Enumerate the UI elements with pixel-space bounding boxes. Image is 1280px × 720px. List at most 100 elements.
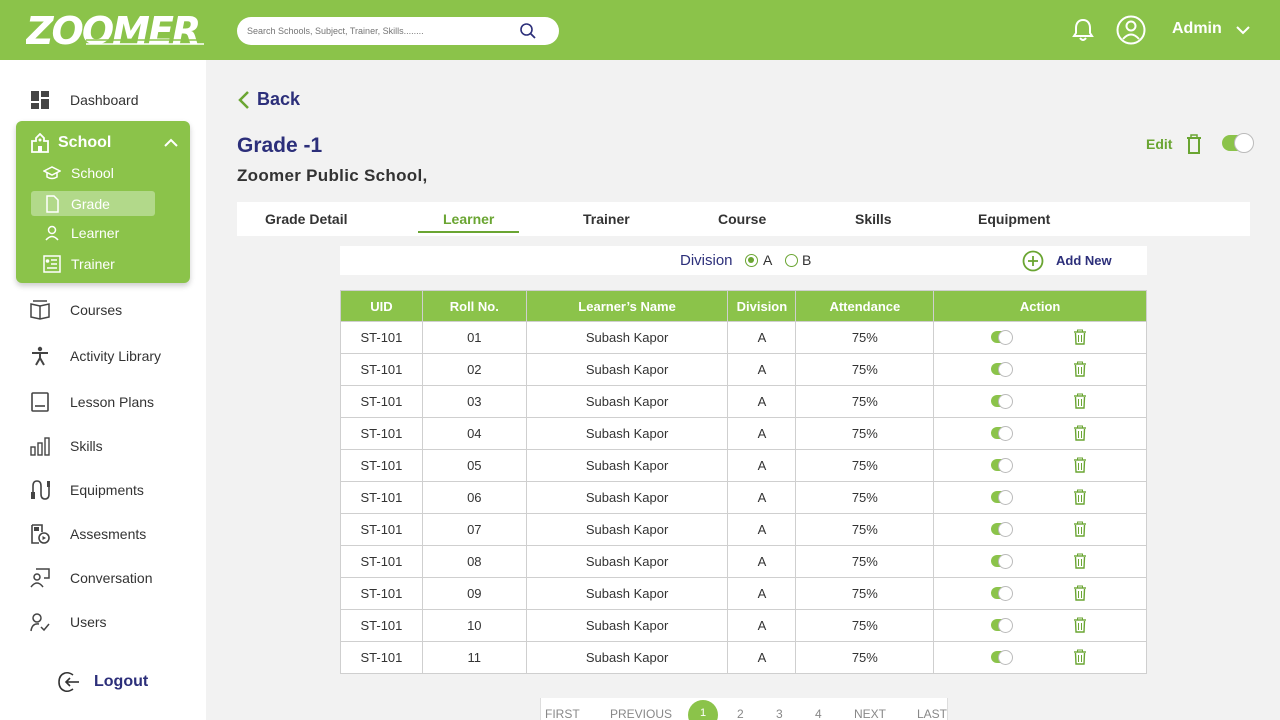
column-header-learner-name[interactable]: Learner’s Name [525, 290, 729, 322]
tab-equipment[interactable]: Equipment [978, 211, 1050, 227]
pagination-next[interactable]: NEXT [854, 707, 886, 720]
bell-icon[interactable] [1071, 17, 1095, 43]
sidebar-sub-item-trainer[interactable]: Trainer [31, 251, 155, 276]
status-toggle[interactable] [991, 650, 1014, 666]
tab-skills[interactable]: Skills [855, 211, 892, 227]
status-toggle[interactable] [991, 554, 1014, 570]
table-row[interactable]: ST-101 08 Subash Kapor A 75% [340, 545, 1147, 578]
zoomer-logo[interactable]: ZOOMER [25, 9, 206, 53]
toggle-switch[interactable] [991, 490, 1014, 505]
column-header-division[interactable]: Division [727, 290, 797, 322]
edit-button[interactable]: Edit [1146, 136, 1172, 152]
trash-icon[interactable] [1073, 361, 1087, 377]
status-toggle[interactable] [991, 426, 1014, 442]
cell-learner-name[interactable]: Subash Kapor [525, 545, 729, 578]
status-toggle[interactable] [991, 586, 1014, 602]
table-row[interactable]: ST-101 10 Subash Kapor A 75% [340, 609, 1147, 642]
toggle-switch[interactable] [991, 618, 1014, 633]
table-row[interactable]: ST-101 02 Subash Kapor A 75% [340, 353, 1147, 386]
pagination-first[interactable]: FIRST [545, 707, 580, 720]
sidebar-item-users[interactable]: Users [30, 610, 200, 634]
chevron-up-icon[interactable] [164, 137, 178, 149]
search-icon[interactable] [519, 22, 537, 40]
pagination-page-3[interactable]: 3 [776, 707, 783, 720]
trash-icon[interactable] [1186, 134, 1202, 154]
status-toggle[interactable] [991, 490, 1014, 506]
status-toggle[interactable] [991, 618, 1014, 634]
trash-icon[interactable] [1073, 393, 1087, 409]
sidebar-item-courses[interactable]: Courses [30, 298, 200, 322]
toggle-switch[interactable] [991, 458, 1014, 473]
trash-icon[interactable] [1073, 553, 1087, 569]
trash-icon[interactable] [1073, 585, 1087, 601]
column-header-attendance[interactable]: Attendance [795, 290, 935, 322]
trash-icon[interactable] [1073, 489, 1087, 505]
status-toggle[interactable] [991, 394, 1014, 410]
search-input[interactable] [247, 23, 517, 39]
sidebar-item-assesments[interactable]: Assesments [30, 522, 200, 546]
sidebar-item-lesson-plans[interactable]: Lesson Plans [30, 390, 200, 414]
sidebar-sub-item-school[interactable]: School [31, 160, 155, 185]
toggle-switch[interactable] [991, 362, 1014, 377]
sidebar-item-equipments[interactable]: Equipments [30, 478, 200, 502]
cell-learner-name[interactable]: Subash Kapor [525, 449, 729, 482]
status-toggle[interactable] [991, 522, 1014, 538]
status-toggle[interactable] [991, 458, 1014, 474]
trash-icon[interactable] [1073, 457, 1087, 473]
table-row[interactable]: ST-101 09 Subash Kapor A 75% [340, 577, 1147, 610]
status-toggle[interactable] [991, 362, 1014, 378]
cell-learner-name[interactable]: Subash Kapor [525, 609, 729, 642]
cell-learner-name[interactable]: Subash Kapor [525, 417, 729, 450]
chevron-down-icon[interactable] [1236, 24, 1250, 36]
user-name[interactable]: Admin [1172, 20, 1222, 38]
table-row[interactable]: ST-101 07 Subash Kapor A 75% [340, 513, 1147, 546]
trash-icon[interactable] [1073, 649, 1087, 665]
column-header-roll-no[interactable]: Roll No. [421, 290, 527, 322]
pagination-page-4[interactable]: 4 [815, 707, 822, 720]
grade-status-toggle[interactable] [1222, 133, 1254, 156]
pagination-previous[interactable]: PREVIOUS [610, 707, 672, 720]
pagination-page-1[interactable]: 1 [688, 700, 718, 720]
cell-learner-name[interactable]: Subash Kapor [525, 641, 729, 674]
cell-learner-name[interactable]: Subash Kapor [525, 321, 729, 354]
table-row[interactable]: ST-101 05 Subash Kapor A 75% [340, 449, 1147, 482]
division-radio-b[interactable] [785, 254, 798, 267]
tab-learner[interactable]: Learner [443, 211, 494, 227]
sidebar-sub-item-grade[interactable]: Grade [31, 191, 155, 216]
sidebar-item-activity-library[interactable]: Activity Library [30, 344, 200, 368]
cell-learner-name[interactable]: Subash Kapor [525, 481, 729, 514]
cell-learner-name[interactable]: Subash Kapor [525, 513, 729, 546]
pagination-page-2[interactable]: 2 [737, 707, 744, 720]
pagination-last[interactable]: LAST [917, 707, 947, 720]
sidebar-item-conversation[interactable]: Conversation [30, 566, 200, 590]
toggle-switch[interactable] [991, 586, 1014, 601]
toggle-switch[interactable] [991, 330, 1014, 345]
toggle-switch[interactable] [991, 554, 1014, 569]
toggle-switch[interactable] [991, 394, 1014, 409]
toggle-switch[interactable] [991, 522, 1014, 537]
search-bar[interactable] [237, 17, 559, 45]
trash-icon[interactable] [1073, 617, 1087, 633]
division-radio-a[interactable] [745, 254, 758, 267]
trash-icon[interactable] [1073, 329, 1087, 345]
cell-learner-name[interactable]: Subash Kapor [525, 577, 729, 610]
avatar-icon[interactable] [1116, 15, 1146, 45]
sidebar-sub-item-learner[interactable]: Learner [31, 220, 155, 245]
table-row[interactable]: ST-101 01 Subash Kapor A 75% [340, 321, 1147, 354]
add-new-button[interactable]: Add New [1056, 253, 1112, 268]
tab-course[interactable]: Course [718, 211, 766, 227]
column-header-uid[interactable]: UID [340, 290, 423, 322]
back-button[interactable]: Back [237, 89, 300, 110]
toggle-switch[interactable] [1222, 133, 1254, 153]
tab-trainer[interactable]: Trainer [583, 211, 630, 227]
toggle-switch[interactable] [991, 650, 1014, 665]
table-row[interactable]: ST-101 03 Subash Kapor A 75% [340, 385, 1147, 418]
trash-icon[interactable] [1073, 425, 1087, 441]
status-toggle[interactable] [991, 330, 1014, 346]
tab-grade-detail[interactable]: Grade Detail [265, 211, 347, 227]
sidebar-item-skills[interactable]: Skills [30, 434, 200, 458]
toggle-switch[interactable] [991, 426, 1014, 441]
table-row[interactable]: ST-101 11 Subash Kapor A 75% [340, 641, 1147, 674]
table-row[interactable]: ST-101 04 Subash Kapor A 75% [340, 417, 1147, 450]
cell-learner-name[interactable]: Subash Kapor [525, 385, 729, 418]
